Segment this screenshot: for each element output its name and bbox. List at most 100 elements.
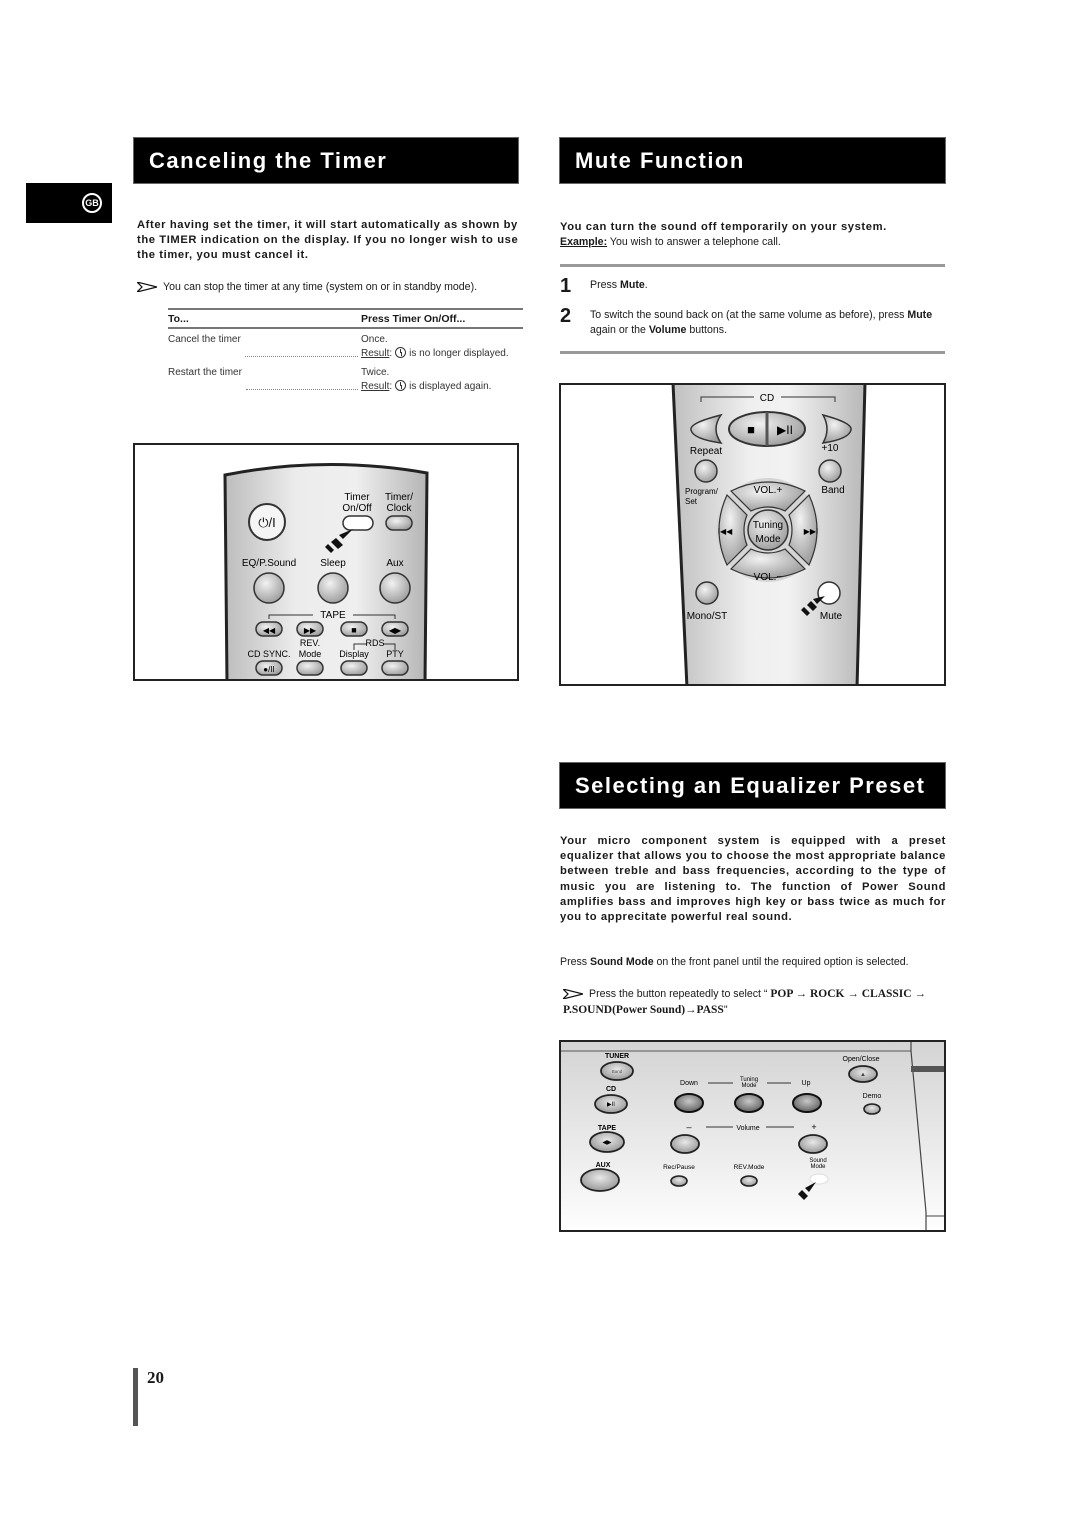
table-header: To... Press Timer On/Off...: [168, 310, 523, 327]
result-text: is displayed again.: [409, 381, 492, 392]
eq-button[interactable]: [253, 572, 285, 604]
next-icon: ▶▶I: [804, 527, 819, 536]
row-result: Result: is displayed again.: [361, 380, 492, 392]
section-title-equalizer: Selecting an Equalizer Preset: [559, 762, 946, 809]
play-pause-icon: ▶II: [607, 1102, 615, 1108]
note-arrow-icon: [563, 989, 583, 1000]
step-rule: [560, 264, 945, 267]
open-close-label: Open/Close: [843, 1056, 880, 1063]
demo-button[interactable]: [863, 1103, 881, 1115]
timer-remote-figure: ⏻/I Timer On/Off Timer/ Clock EQ/P.Sound…: [133, 443, 519, 681]
display-label: Display: [339, 649, 369, 659]
timer-table: To... Press Timer On/Off... Cancel the t…: [168, 308, 523, 399]
language-badge: GB: [82, 193, 102, 213]
tuning-down-button[interactable]: [674, 1093, 704, 1113]
mute-example: Example: You wish to answer a telephone …: [560, 235, 950, 250]
row-action: Cancel the timer: [168, 334, 241, 345]
sound-mode-button[interactable]: [809, 1173, 829, 1185]
volume-label: Volume: [736, 1125, 759, 1132]
stop-icon: ■: [747, 422, 755, 437]
timer-onoff-button[interactable]: [342, 515, 374, 531]
equalizer-intro: Your micro component system is equipped …: [560, 835, 946, 924]
example-text: You wish to answer a telephone call.: [607, 236, 781, 248]
sleep-label: Sleep: [320, 558, 346, 569]
row-result: Result: is no longer displayed.: [361, 347, 509, 359]
rec-pause-icon: ●/II: [263, 665, 275, 674]
mute-label: Mute: [820, 611, 843, 622]
step-number: 2: [560, 305, 572, 327]
table-row: Restart the timer Twice. Result: is displ…: [168, 366, 523, 394]
section-title-canceling-timer: Canceling the Timer: [133, 137, 519, 184]
table-rule: [168, 327, 523, 329]
step-text-part: again or the: [590, 324, 649, 336]
leader-dots: [245, 366, 358, 390]
tuning-up-button[interactable]: [792, 1093, 822, 1113]
step-rule: [560, 351, 945, 354]
step-text-part: .: [644, 279, 648, 291]
repeat-label: Repeat: [690, 446, 722, 457]
band-button[interactable]: [818, 459, 842, 483]
mute-button[interactable]: [817, 581, 841, 605]
result-label: Result: [361, 348, 390, 359]
tape-label: TAPE: [320, 610, 346, 621]
mono-st-button[interactable]: [695, 581, 719, 605]
rec-pause-button[interactable]: [670, 1175, 688, 1187]
tape-label: TAPE: [598, 1125, 616, 1132]
step-text-bold: Volume: [648, 324, 687, 336]
down-label: Down: [680, 1080, 698, 1087]
language-tab: GB: [26, 183, 112, 223]
step-text-part: buttons.: [686, 324, 728, 336]
plus10-label: +10: [822, 443, 839, 454]
fast-forward-icon: ▶▶: [304, 626, 317, 635]
aux-button[interactable]: [379, 572, 411, 604]
rev-mode-button[interactable]: [296, 660, 324, 676]
front-panel-illustration: TUNER Band CD ▶II TAPE ◀▶ AUX Down Tunin…: [561, 1042, 944, 1230]
page-number: 20: [147, 1368, 164, 1387]
row-action: Restart the timer: [168, 367, 242, 378]
equalizer-instruction: Press Sound Mode on the front panel unti…: [560, 955, 950, 970]
timer-clock-button[interactable]: [385, 515, 413, 531]
direction-icon: ◀▶: [602, 1140, 612, 1146]
stop-icon: ■: [351, 625, 356, 635]
tuning-mode-button[interactable]: [734, 1093, 764, 1113]
sound-mode-label: Mode: [810, 1164, 826, 1170]
display-button[interactable]: [340, 660, 368, 676]
tuning-mode-label: Tuning: [753, 520, 783, 531]
aux-label: AUX: [596, 1162, 611, 1169]
note-text: ": [723, 1004, 728, 1016]
volume-down-button[interactable]: [670, 1134, 700, 1154]
clock-icon: [395, 380, 407, 391]
timer-onoff-label: Timer: [344, 492, 370, 503]
sleep-button[interactable]: [317, 572, 349, 604]
pty-button[interactable]: [381, 660, 409, 676]
note-arrow-icon: [137, 282, 157, 293]
row-press: Twice.: [361, 367, 390, 378]
leader-dots: [244, 333, 358, 357]
row-press: Once.: [361, 334, 388, 345]
timer-clock-label: Timer/: [385, 492, 413, 503]
mute-intro: You can turn the sound off temporarily o…: [560, 221, 887, 233]
example-label: Example:: [560, 236, 608, 248]
cd-sync-label: CD SYNC.: [247, 649, 290, 659]
rev-mode-label: REV.: [300, 638, 320, 648]
note-text: Press the button repeatedly to select “: [589, 988, 771, 1000]
timer-onoff-label: On/Off: [342, 503, 371, 514]
aux-button[interactable]: [580, 1168, 620, 1192]
tuner-label: TUNER: [605, 1053, 629, 1060]
mute-remote-illustration: CD ■ ▶II Repeat +10 Program/ Set Band VO…: [671, 385, 867, 684]
step-text-part: To switch the sound back on (at the same…: [590, 309, 908, 321]
rds-label: RDS: [365, 638, 384, 648]
section-title-text: Selecting an Equalizer Preset: [575, 772, 926, 798]
page-bar: [133, 1368, 138, 1426]
band-label: Band: [612, 1069, 623, 1074]
rev-mode-label: REV.Mode: [734, 1164, 765, 1171]
section-title-text: Canceling the Timer: [149, 147, 388, 173]
power-label: ⏻/I: [258, 515, 276, 530]
step-2: 2 To switch the sound back on (at the sa…: [560, 306, 945, 338]
rev-mode-button[interactable]: [740, 1175, 758, 1187]
header-press: Press Timer On/Off...: [361, 313, 466, 325]
step-text-bold: Mute: [620, 279, 645, 291]
program-set-button[interactable]: [694, 459, 718, 483]
band-label: Band: [821, 485, 844, 496]
volume-up-button[interactable]: [798, 1134, 828, 1154]
